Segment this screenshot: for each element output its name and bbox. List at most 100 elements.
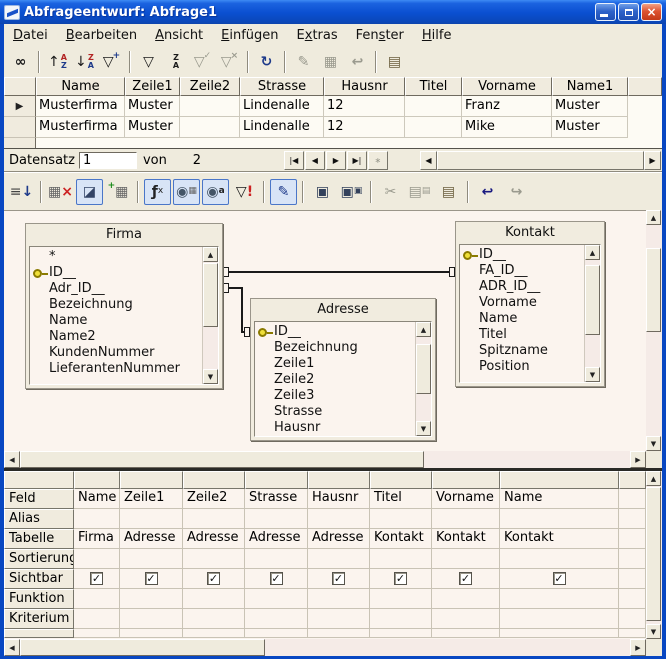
- field-name[interactable]: Name: [32, 313, 200, 329]
- query-cell[interactable]: [370, 549, 432, 569]
- query-cell[interactable]: [432, 509, 500, 529]
- cell[interactable]: Musterfirma: [36, 96, 125, 117]
- table-box-kontakt[interactable]: KontaktID__FA_ID__ADR_ID__VornameNameTit…: [455, 221, 605, 387]
- query-cell[interactable]: ✓: [370, 569, 432, 589]
- add-table-button[interactable]: +▦: [105, 179, 132, 205]
- last-record-button[interactable]: ▶|: [347, 151, 367, 170]
- cell[interactable]: Mike: [462, 117, 552, 138]
- field-zeile2[interactable]: Zeile2: [257, 372, 413, 388]
- new-record-button[interactable]: ∗: [368, 151, 388, 170]
- scroll-thumb[interactable]: [646, 248, 661, 332]
- row-selector[interactable]: [4, 138, 36, 148]
- column-header-hausnr[interactable]: Hausnr: [324, 77, 405, 96]
- column-header-name[interactable]: Name: [36, 77, 125, 96]
- remove-filter-button[interactable]: ▽×: [217, 50, 242, 73]
- save-record-button[interactable]: ▦: [318, 50, 343, 73]
- query-cell[interactable]: ✓: [500, 569, 619, 589]
- scroll-right-button[interactable]: ▶: [644, 151, 661, 170]
- query-cell[interactable]: [74, 509, 120, 529]
- field-vorname[interactable]: Vorname: [462, 295, 582, 311]
- column-header-titel[interactable]: Titel: [405, 77, 462, 96]
- query-cell[interactable]: ✓: [245, 569, 308, 589]
- scroll-up-button[interactable]: ▲: [646, 210, 661, 225]
- column-header-name1[interactable]: Name1: [552, 77, 628, 96]
- menu-item-datei[interactable]: Datei: [4, 26, 57, 45]
- query-cell[interactable]: [432, 589, 500, 609]
- distinct-values-button[interactable]: ▽!: [231, 179, 258, 205]
- next-record-button[interactable]: ▶: [326, 151, 346, 170]
- title-bar[interactable]: Abfrageentwurf: Abfrage1 ×: [0, 0, 666, 24]
- query-cell[interactable]: Adresse: [245, 529, 308, 549]
- scroll-up-button[interactable]: ▲: [416, 322, 431, 337]
- record-number-input[interactable]: [79, 152, 137, 169]
- field-name2[interactable]: Name2: [32, 329, 200, 345]
- scroll-left-button[interactable]: ◀: [4, 639, 20, 656]
- standard-filter-button[interactable]: ▽: [136, 50, 161, 73]
- query-cell[interactable]: [308, 549, 370, 569]
- query-cell[interactable]: [500, 589, 619, 609]
- run-query-button[interactable]: ≡↓: [8, 179, 35, 205]
- menu-item-einfgen[interactable]: Einfügen: [212, 26, 287, 45]
- query-cell[interactable]: [245, 549, 308, 569]
- cell[interactable]: 12: [324, 96, 405, 117]
- visible-checkbox[interactable]: ✓: [459, 572, 472, 585]
- menu-item-bearbeiten[interactable]: Bearbeiten: [57, 26, 146, 45]
- menu-item-fenster[interactable]: Fenster: [347, 26, 413, 45]
- scroll-down-button[interactable]: ▼: [585, 367, 600, 382]
- sort-descending-button[interactable]: ↓ZA: [72, 50, 97, 73]
- row-selector-header[interactable]: [4, 77, 36, 96]
- cell[interactable]: Musterfirma: [36, 117, 125, 138]
- scroll-left-button[interactable]: ◀: [420, 151, 437, 170]
- scroll-thumb[interactable]: [646, 487, 661, 621]
- menu-item-extras[interactable]: Extras: [288, 26, 347, 45]
- query-cell[interactable]: Hausnr: [308, 489, 370, 509]
- query-cell[interactable]: Adresse: [183, 529, 245, 549]
- scroll-down-button[interactable]: ▼: [416, 421, 431, 436]
- field-name[interactable]: Name: [462, 311, 582, 327]
- undo-button[interactable]: ↩: [474, 179, 501, 205]
- visible-checkbox[interactable]: ✓: [332, 572, 345, 585]
- query-cell[interactable]: Kontakt: [370, 529, 432, 549]
- query-cell[interactable]: ✓: [120, 569, 183, 589]
- query-cell[interactable]: [308, 609, 370, 629]
- query-cell[interactable]: [120, 509, 183, 529]
- field-kundennummer[interactable]: KundenNummer: [32, 345, 200, 361]
- apply-filter-button[interactable]: ▽✓: [190, 50, 215, 73]
- visible-checkbox[interactable]: ✓: [553, 572, 566, 585]
- field-position[interactable]: Position: [462, 359, 582, 375]
- query-column-header[interactable]: [308, 471, 370, 489]
- paste-button[interactable]: ▤: [435, 179, 462, 205]
- query-cell[interactable]: Adresse: [120, 529, 183, 549]
- minimize-button[interactable]: [595, 3, 616, 21]
- cell[interactable]: Franz: [462, 96, 552, 117]
- query-cell[interactable]: [500, 509, 619, 529]
- cut-button[interactable]: ✂: [377, 179, 404, 205]
- query-cell[interactable]: [245, 589, 308, 609]
- restore-button[interactable]: [618, 3, 639, 21]
- cell[interactable]: [180, 117, 240, 138]
- column-header-zeile2[interactable]: Zeile2: [180, 77, 240, 96]
- query-cell[interactable]: Strasse: [245, 489, 308, 509]
- scroll-up-button[interactable]: ▲: [646, 471, 661, 486]
- query-cell[interactable]: [74, 589, 120, 609]
- query-cell[interactable]: ✓: [74, 569, 120, 589]
- field-bezeichnung[interactable]: Bezeichnung: [257, 340, 413, 356]
- column-header-zeile1[interactable]: Zeile1: [125, 77, 180, 96]
- design-view-on-off-button[interactable]: ◪: [76, 179, 103, 205]
- query-cell[interactable]: Adresse: [308, 529, 370, 549]
- table-name-row-button[interactable]: ◉▦: [173, 179, 200, 205]
- scroll-up-button[interactable]: ▲: [585, 245, 600, 260]
- query-cell[interactable]: Kontakt: [432, 529, 500, 549]
- query-cell[interactable]: ✓: [183, 569, 245, 589]
- visible-checkbox[interactable]: ✓: [90, 572, 103, 585]
- field-titel[interactable]: Titel: [462, 327, 582, 343]
- row-selector[interactable]: [4, 117, 36, 138]
- cell[interactable]: Muster: [552, 96, 628, 117]
- close-button[interactable]: ×: [641, 3, 662, 21]
- first-record-button[interactable]: |◀: [284, 151, 304, 170]
- query-column-header[interactable]: [432, 471, 500, 489]
- scroll-left-button[interactable]: ◀: [4, 451, 20, 468]
- redo-button[interactable]: ↪: [503, 179, 530, 205]
- alias-row-button[interactable]: ◉a: [202, 179, 229, 205]
- query-cell[interactable]: [183, 609, 245, 629]
